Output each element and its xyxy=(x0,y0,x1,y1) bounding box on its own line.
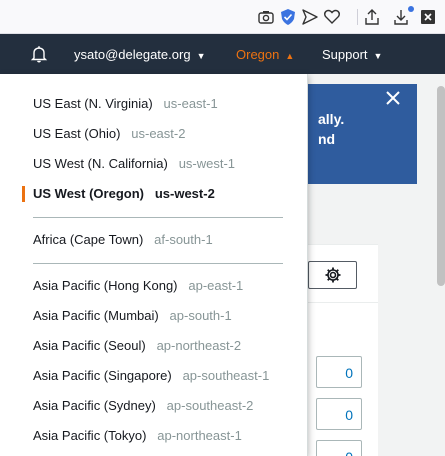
region-dropdown: US East (N. Virginia) us-east-1 US East … xyxy=(0,74,308,456)
region-option-code: ap-southeast-1 xyxy=(182,368,270,383)
banner-text-line2: nd xyxy=(318,131,336,147)
close-icon[interactable] xyxy=(384,89,402,107)
support-menu[interactable]: Support ▼ xyxy=(322,47,382,62)
region-option-ap-northeast-1[interactable]: Asia Pacific (Tokyo) ap-northeast-1 xyxy=(0,424,300,448)
region-option-name: Asia Pacific (Hong Kong) xyxy=(33,278,178,293)
region-option-name: Asia Pacific (Tokyo) xyxy=(33,428,147,443)
region-option-ap-southeast-2[interactable]: Asia Pacific (Sydney) ap-southeast-2 xyxy=(0,394,300,418)
divider xyxy=(33,263,283,264)
region-label: Oregon xyxy=(236,47,280,62)
gear-icon xyxy=(325,267,340,283)
count-link[interactable]: 0 xyxy=(316,398,362,430)
region-option-code: us-east-2 xyxy=(131,126,186,141)
region-option-code: ap-northeast-2 xyxy=(156,338,242,353)
notification-dot xyxy=(408,6,414,12)
shield-icon[interactable] xyxy=(278,7,298,27)
region-option-code: ap-northeast-1 xyxy=(157,428,242,443)
bell-icon[interactable] xyxy=(30,45,48,63)
support-label: Support xyxy=(322,47,368,62)
selected-indicator xyxy=(22,186,25,202)
account-label: ysato@delegate.org xyxy=(74,47,191,62)
region-option-name: US West (Oregon) xyxy=(33,186,144,201)
region-option-name: Asia Pacific (Sydney) xyxy=(33,398,156,413)
region-option-ap-south-1[interactable]: Asia Pacific (Mumbai) ap-south-1 xyxy=(0,304,300,328)
content-panel: 0 0 0 xyxy=(300,244,378,456)
region-option-code: us-west-1 xyxy=(178,156,236,171)
region-option-name: Asia Pacific (Seoul) xyxy=(33,338,146,353)
region-option-us-west-1[interactable]: US West (N. California) us-west-1 xyxy=(0,152,300,176)
region-option-ap-east-1[interactable]: Asia Pacific (Hong Kong) ap-east-1 xyxy=(0,274,300,298)
banner-text-line1: ally. xyxy=(318,111,345,127)
region-option-name: US East (N. Virginia) xyxy=(33,96,153,111)
top-navigation: ysato@delegate.org ▼ Oregon ▲ Support ▼ xyxy=(0,34,445,74)
region-option-ap-southeast-1[interactable]: Asia Pacific (Singapore) ap-southeast-1 xyxy=(0,364,300,388)
panel-header xyxy=(300,245,378,303)
region-option-code: us-west-2 xyxy=(154,186,215,201)
share-icon[interactable] xyxy=(362,7,382,27)
region-option-code: af-south-1 xyxy=(154,232,213,247)
browser-toolbar xyxy=(0,0,445,34)
info-banner: ally. nd xyxy=(300,84,417,184)
heart-icon[interactable] xyxy=(322,7,342,27)
send-icon[interactable] xyxy=(300,7,320,27)
region-option-ap-northeast-2[interactable]: Asia Pacific (Seoul) ap-northeast-2 xyxy=(0,334,300,358)
toolbar-separator xyxy=(357,9,358,25)
region-option-code: ap-south-1 xyxy=(169,308,232,323)
region-option-name: US East (Ohio) xyxy=(33,126,121,141)
screenshot-icon[interactable] xyxy=(256,7,276,27)
extensions-icon[interactable] xyxy=(418,7,438,27)
region-option-code: us-east-1 xyxy=(163,96,218,111)
region-option-name: US West (N. California) xyxy=(33,156,168,171)
region-option-us-west-2[interactable]: US West (Oregon) us-west-2 xyxy=(0,182,300,206)
chevron-up-icon: ▲ xyxy=(285,50,295,61)
region-option-us-east-1[interactable]: US East (N. Virginia) us-east-1 xyxy=(0,92,300,116)
region-option-name: Africa (Cape Town) xyxy=(33,232,144,247)
count-link[interactable]: 0 xyxy=(316,356,362,388)
settings-button[interactable] xyxy=(308,261,357,289)
region-selector[interactable]: Oregon ▲ xyxy=(236,47,294,62)
scrollbar-thumb[interactable] xyxy=(437,86,445,286)
count-link[interactable]: 0 xyxy=(316,440,362,456)
region-option-code: ap-east-1 xyxy=(188,278,244,293)
region-option-af-south-1[interactable]: Africa (Cape Town) af-south-1 xyxy=(0,228,300,252)
region-option-code: ap-southeast-2 xyxy=(166,398,254,413)
chevron-down-icon: ▼ xyxy=(373,50,383,61)
region-option-name: Asia Pacific (Mumbai) xyxy=(33,308,159,323)
chevron-down-icon: ▼ xyxy=(196,50,206,61)
region-option-us-east-2[interactable]: US East (Ohio) us-east-2 xyxy=(0,122,300,146)
region-option-name: Asia Pacific (Singapore) xyxy=(33,368,172,383)
divider xyxy=(33,217,283,218)
account-menu[interactable]: ysato@delegate.org ▼ xyxy=(74,47,205,62)
